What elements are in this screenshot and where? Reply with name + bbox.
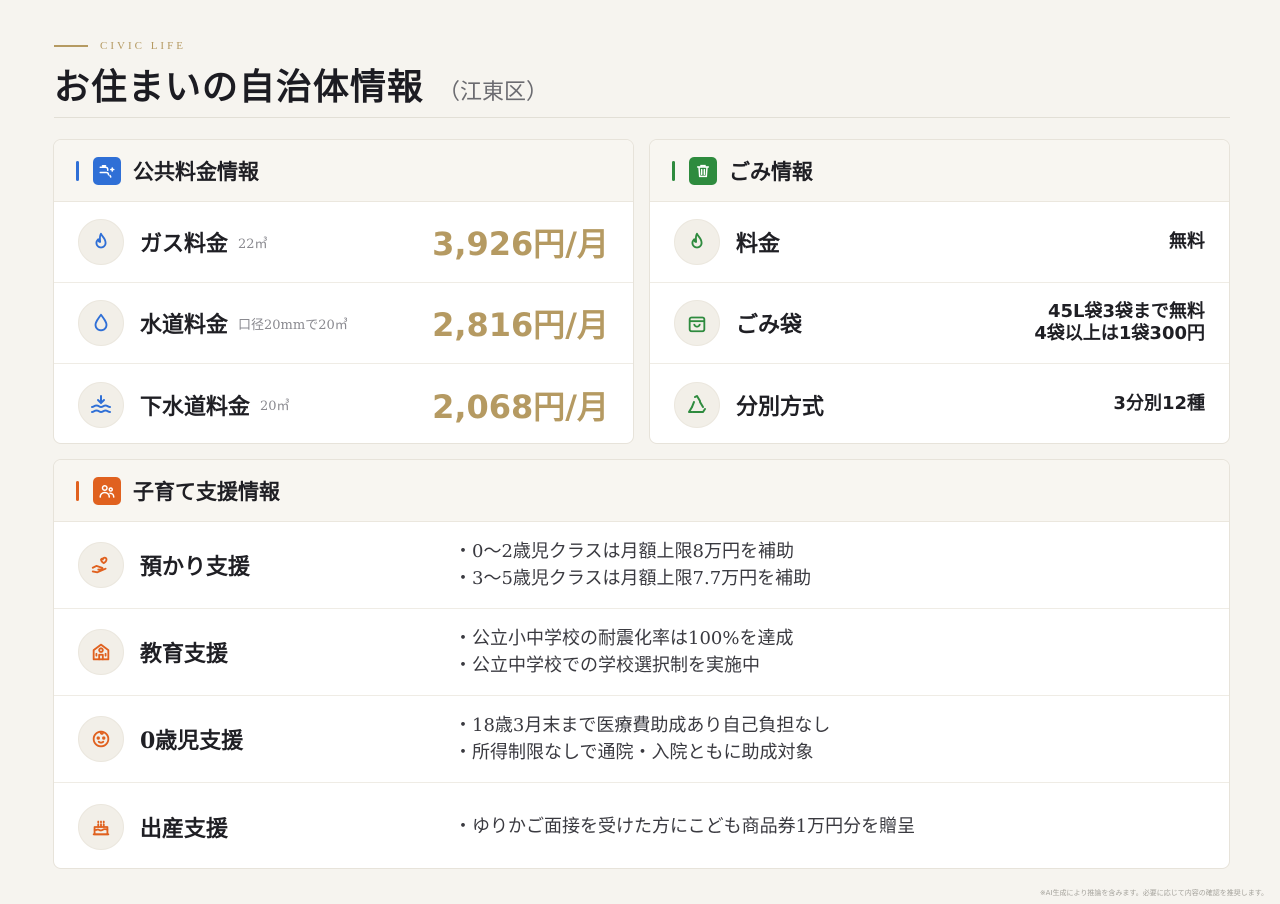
title-divider <box>54 117 1230 118</box>
flame-icon <box>78 219 124 265</box>
bag-icon <box>674 300 720 346</box>
support-label: 0歳児支援 <box>140 728 244 754</box>
utility-row-water: 水道料金 口径20mmで20㎥ 2,816円/月 <box>54 283 633 364</box>
support-details: ・公立小中学校の耐震化率は100%を達成 ・公立中学校での学校選択制を実施中 <box>454 625 793 679</box>
garbage-card-title: ごみ情報 <box>729 158 813 184</box>
support-details: ・0〜2歳児クラスは月額上限8万円を補助 ・3〜5歳児クラスは月額上限7.7万円… <box>454 538 811 592</box>
utility-price: 3,926円/月 <box>432 225 609 263</box>
water-faucet-icon <box>93 156 121 185</box>
garbage-label: 料金 <box>736 231 781 257</box>
support-details: ・ゆりかご面接を受けた方にこども商品券1万円分を贈呈 <box>454 813 915 840</box>
cake-icon <box>78 803 124 850</box>
support-label: 出産支援 <box>140 815 229 842</box>
school-icon <box>78 629 124 675</box>
header-accent-bar <box>76 160 79 181</box>
eyebrow: CIVIC LIFE <box>54 40 186 52</box>
support-row-daycare: 預かり支援 ・0〜2歳児クラスは月額上限8万円を補助 ・3〜5歳児クラスは月額上… <box>54 522 1229 609</box>
family-icon <box>93 476 121 505</box>
utilities-card-title: 公共料金情報 <box>133 158 259 184</box>
support-line: ・0〜2歳児クラスは月額上限8万円を補助 <box>454 541 794 562</box>
garbage-row-fee: 料金 無料 <box>650 202 1229 283</box>
water-drop-icon <box>78 300 124 346</box>
childcare-card-header: 子育て支援情報 <box>54 460 1229 522</box>
flame-icon <box>674 219 720 265</box>
utilities-card-header: 公共料金情報 <box>54 140 633 202</box>
childcare-card: 子育て支援情報 預かり支援 ・0〜2歳児クラスは月額上限8万円を補助 ・3〜5歳… <box>53 459 1230 869</box>
page-subtitle: （江東区） <box>438 80 549 105</box>
garbage-value: 無料 <box>1169 231 1205 254</box>
childcare-card-title: 子育て支援情報 <box>133 478 280 504</box>
garbage-card: ごみ情報 料金 無料 ごみ袋 45L袋3袋まで無料 4袋以上は1袋300円 分別… <box>649 139 1230 444</box>
header-accent-bar <box>672 160 675 181</box>
support-label-wrap: 出産支援 <box>78 803 454 850</box>
utility-note: 口径20mmで20㎥ <box>238 317 348 333</box>
garbage-value-line: 4袋以上は1袋300円 <box>1034 323 1205 344</box>
utility-row-sewage: 下水道料金 20㎥ 2,068円/月 <box>54 364 633 443</box>
garbage-value: 3分別12種 <box>1113 393 1205 416</box>
baby-face-icon <box>78 716 124 762</box>
support-label-wrap: 預かり支援 <box>78 542 454 588</box>
support-row-education: 教育支援 ・公立小中学校の耐震化率は100%を達成 ・公立中学校での学校選択制を… <box>54 609 1229 696</box>
eyebrow-text: CIVIC LIFE <box>100 40 186 52</box>
support-label: 教育支援 <box>140 641 229 667</box>
support-details: ・18歳3月末まで医療費助成あり自己負担なし ・所得制限なしで通院・入院ともに助… <box>454 712 830 766</box>
garbage-label: ごみ袋 <box>736 312 803 338</box>
garbage-row-sorting: 分別方式 3分別12種 <box>650 364 1229 443</box>
support-line: ・ゆりかご面接を受けた方にこども商品券1万円分を贈呈 <box>454 816 916 837</box>
page-title: お住まいの自治体情報 <box>54 66 425 108</box>
disclaimer-footnote: ※AI生成により推論を含みます。必要に応じて内容の確認を推奨します。 <box>1039 889 1268 897</box>
utility-label: ガス料金 <box>140 231 229 257</box>
utilities-card: 公共料金情報 ガス料金 22㎥ 3,926円/月 水道料金 口径20mmで20㎥… <box>53 139 634 444</box>
garbage-value-line: 3分別12種 <box>1113 393 1205 415</box>
support-row-infant: 0歳児支援 ・18歳3月末まで医療費助成あり自己負担なし ・所得制限なしで通院・… <box>54 696 1229 783</box>
hand-heart-icon <box>78 542 124 588</box>
support-label-wrap: 教育支援 <box>78 629 454 675</box>
support-line: ・公立中学校での学校選択制を実施中 <box>454 655 760 676</box>
garbage-label: 分別方式 <box>736 393 825 420</box>
support-label-wrap: 0歳児支援 <box>78 716 454 762</box>
garbage-value-line: 45L袋3袋まで無料 <box>1047 300 1205 322</box>
utility-label: 下水道料金 <box>140 393 251 420</box>
title-row: お住まいの自治体情報 （江東区） <box>54 58 548 110</box>
header-accent-bar <box>76 480 79 501</box>
recycle-icon <box>674 381 720 428</box>
garbage-value-line: 無料 <box>1169 230 1205 252</box>
support-line: ・公立小中学校の耐震化率は100%を達成 <box>454 628 794 649</box>
support-line: ・3〜5歳児クラスは月額上限7.7万円を補助 <box>454 568 812 589</box>
utility-label: 水道料金 <box>140 312 229 338</box>
utility-price: 2,068円/月 <box>432 387 609 426</box>
sewage-waves-icon <box>78 381 124 428</box>
trash-can-icon <box>689 156 717 185</box>
support-line: ・所得制限なしで通院・入院ともに助成対象 <box>454 742 814 763</box>
support-label: 預かり支援 <box>140 554 251 580</box>
utility-note: 22㎥ <box>238 236 268 252</box>
eyebrow-rule <box>54 45 88 47</box>
garbage-card-header: ごみ情報 <box>650 140 1229 202</box>
garbage-row-bags: ごみ袋 45L袋3袋まで無料 4袋以上は1袋300円 <box>650 283 1229 364</box>
garbage-value: 45L袋3袋まで無料 4袋以上は1袋300円 <box>1034 301 1205 346</box>
support-line: ・18歳3月末まで医療費助成あり自己負担なし <box>454 715 831 736</box>
utility-row-gas: ガス料金 22㎥ 3,926円/月 <box>54 202 633 283</box>
support-row-birth: 出産支援 ・ゆりかご面接を受けた方にこども商品券1万円分を贈呈 <box>54 783 1229 868</box>
utility-note: 20㎥ <box>260 399 290 414</box>
utility-price: 2,816円/月 <box>432 306 609 344</box>
